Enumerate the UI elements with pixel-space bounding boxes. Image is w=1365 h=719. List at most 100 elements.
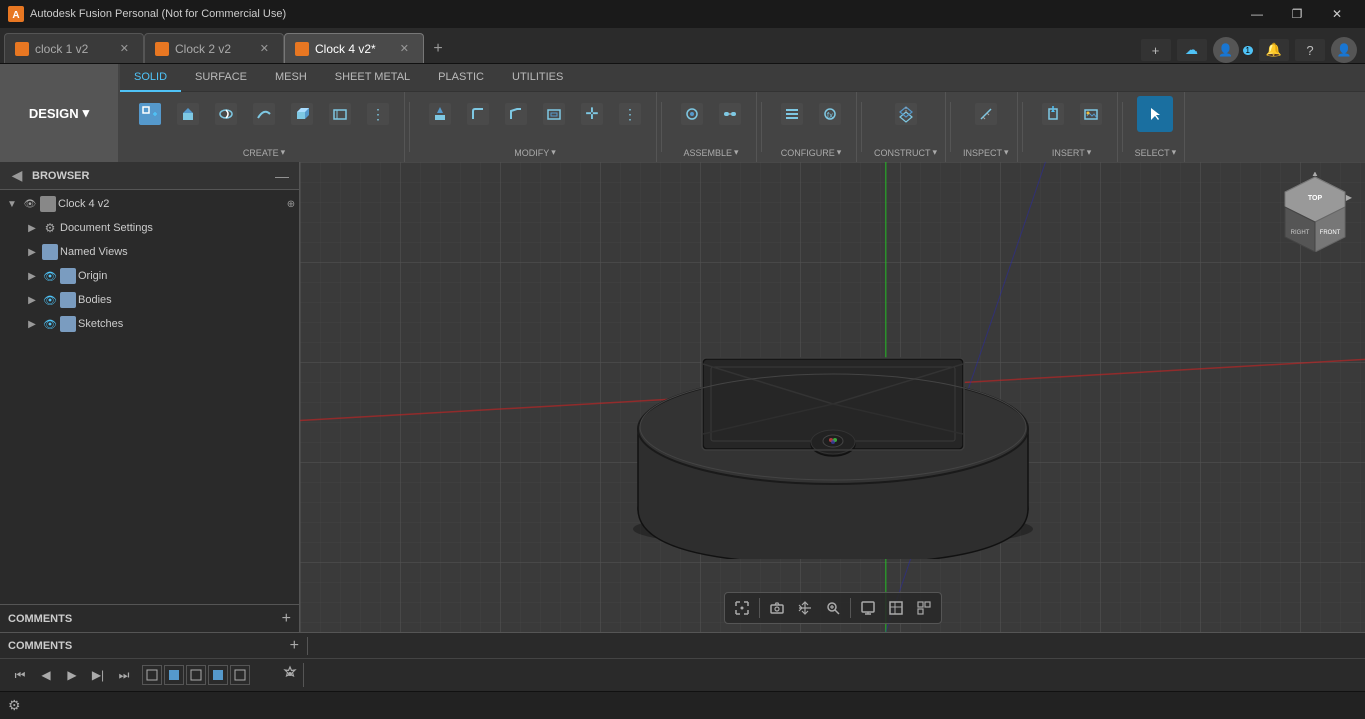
- assemble-label[interactable]: ASSEMBLE ▾: [683, 147, 738, 158]
- change-params-button[interactable]: [774, 96, 810, 132]
- maximize-button[interactable]: ❐: [1277, 0, 1317, 28]
- timeline-next-button[interactable]: ▶|: [86, 663, 110, 687]
- tab-clock1v2[interactable]: clock 1 v2 ✕: [4, 33, 144, 63]
- create-rule-button[interactable]: fx: [812, 96, 848, 132]
- motion-link-button[interactable]: [712, 96, 748, 132]
- assemble-dropdown-icon: ▾: [734, 147, 739, 158]
- more-create-button[interactable]: ⋮: [360, 96, 396, 132]
- toolbar-tab-utilities[interactable]: UTILITIES: [498, 64, 577, 92]
- sweep-button[interactable]: [246, 96, 282, 132]
- press-pull-button[interactable]: [422, 96, 458, 132]
- origin-visibility-icon[interactable]: 👁: [42, 268, 58, 284]
- new-component-button[interactable]: [132, 96, 168, 132]
- select-button[interactable]: [1137, 96, 1173, 132]
- box-button[interactable]: [284, 96, 320, 132]
- modify-label[interactable]: MODIFY ▾: [514, 147, 556, 158]
- tab-clock4v2[interactable]: Clock 4 v2* ✕: [284, 33, 424, 63]
- chamfer-button[interactable]: [498, 96, 534, 132]
- bodies-visibility-icon[interactable]: 👁: [42, 292, 58, 308]
- root-options-icon[interactable]: ⊕: [283, 196, 299, 212]
- viewcube[interactable]: TOP FRONT RIGHT ▲ ▶: [1275, 172, 1355, 252]
- vp-pan-button[interactable]: [792, 595, 818, 621]
- timeline-frame5-icon[interactable]: [230, 665, 250, 685]
- tab-close-clock4[interactable]: ✕: [396, 40, 413, 57]
- add-tab-icon[interactable]: +: [1141, 39, 1171, 61]
- toolbar-tab-mesh[interactable]: MESH: [261, 64, 321, 92]
- design-dropdown[interactable]: DESIGN ▾: [0, 64, 120, 162]
- docsettings-expand-icon[interactable]: ▶: [24, 220, 40, 236]
- browser-row-sketches[interactable]: ▶ 👁 Sketches: [0, 312, 299, 336]
- timeline-play-button[interactable]: ▶: [60, 663, 84, 687]
- timeline-settings-button[interactable]: [281, 665, 299, 686]
- vp-fit-button[interactable]: [729, 595, 755, 621]
- sketches-visibility-icon[interactable]: 👁: [42, 316, 58, 332]
- more-modify-button[interactable]: ⋮: [612, 96, 648, 132]
- select-label[interactable]: SELECT ▾: [1135, 147, 1177, 158]
- vp-display-button[interactable]: [855, 595, 881, 621]
- namedviews-folder-icon: [42, 244, 58, 260]
- timeline-frame4-icon[interactable]: [208, 665, 228, 685]
- user-area[interactable]: 👤 1: [1213, 37, 1253, 63]
- toolbar-tab-plastic[interactable]: PLASTIC: [424, 64, 498, 92]
- measure-button[interactable]: [968, 96, 1004, 132]
- tab-close-clock1[interactable]: ✕: [116, 40, 133, 57]
- online-icon[interactable]: ☁: [1177, 39, 1207, 61]
- notification-icon[interactable]: 🔔: [1259, 39, 1289, 61]
- toolbar-tab-surface[interactable]: SURFACE: [181, 64, 261, 92]
- browser-row-root[interactable]: ▼ 👁 Clock 4 v2 ⊕: [0, 192, 299, 216]
- bodies-expand-icon[interactable]: ▶: [24, 292, 40, 308]
- sketch-button[interactable]: [322, 96, 358, 132]
- configure-label[interactable]: CONFIGURE ▾: [781, 147, 842, 158]
- comments-add-button[interactable]: +: [282, 610, 291, 628]
- minimize-button[interactable]: —: [1237, 0, 1277, 28]
- viewport[interactable]: TOP FRONT RIGHT ▲ ▶: [300, 162, 1365, 632]
- insert-derive-button[interactable]: [1035, 96, 1071, 132]
- timeline-frame3-icon[interactable]: [186, 665, 206, 685]
- browser-row-document-settings[interactable]: ▶ ⚙ Document Settings: [0, 216, 299, 240]
- status-settings-icon[interactable]: ⚙: [8, 697, 21, 714]
- offset-plane-button[interactable]: [888, 96, 924, 132]
- root-visibility-icon[interactable]: 👁: [22, 196, 38, 212]
- comments-add-icon[interactable]: +: [290, 637, 299, 655]
- extrude-button[interactable]: [170, 96, 206, 132]
- viewcube-svg[interactable]: TOP FRONT RIGHT ▲ ▶: [1275, 172, 1355, 252]
- namedviews-expand-icon[interactable]: ▶: [24, 244, 40, 260]
- timeline-prev-button[interactable]: ◀: [34, 663, 58, 687]
- tab-close-clock2[interactable]: ✕: [256, 40, 273, 57]
- tab-clock2v2[interactable]: Clock 2 v2 ✕: [144, 33, 284, 63]
- joint-button[interactable]: [674, 96, 710, 132]
- vp-grid-button[interactable]: [883, 595, 909, 621]
- toolbar-tab-solid[interactable]: SOLID: [120, 64, 181, 92]
- inspect-label[interactable]: INSPECT ▾: [963, 147, 1009, 158]
- insert-canvas-button[interactable]: [1073, 96, 1109, 132]
- vp-zoom-button[interactable]: [820, 595, 846, 621]
- shell-button[interactable]: [536, 96, 572, 132]
- browser-row-origin[interactable]: ▶ 👁 Origin: [0, 264, 299, 288]
- vp-viewport-button[interactable]: [911, 595, 937, 621]
- user-avatar[interactable]: 👤: [1213, 37, 1239, 63]
- insert-label[interactable]: INSERT ▾: [1052, 147, 1091, 158]
- create-label[interactable]: CREATE ▾: [243, 147, 285, 158]
- fillet-button[interactable]: [460, 96, 496, 132]
- revolve-button[interactable]: [208, 96, 244, 132]
- toolbar-tab-sheetmetal[interactable]: SHEET METAL: [321, 64, 424, 92]
- close-button[interactable]: ✕: [1317, 0, 1357, 28]
- timeline-frame1-icon[interactable]: [142, 665, 162, 685]
- sketches-expand-icon[interactable]: ▶: [24, 316, 40, 332]
- browser-row-named-views[interactable]: ▶ Named Views: [0, 240, 299, 264]
- new-tab-button[interactable]: +: [424, 35, 452, 63]
- move-button[interactable]: ✛: [574, 96, 610, 132]
- timeline-first-button[interactable]: ⏮: [8, 663, 32, 687]
- construct-label[interactable]: CONSTRUCT ▾: [874, 147, 937, 158]
- timeline-frame2-icon[interactable]: [164, 665, 184, 685]
- browser-collapse-button[interactable]: —: [273, 167, 291, 185]
- user-icon-2[interactable]: 👤: [1331, 37, 1357, 63]
- origin-expand-icon[interactable]: ▶: [24, 268, 40, 284]
- separator-3: [761, 102, 762, 152]
- root-expand-icon[interactable]: ▼: [4, 196, 20, 212]
- timeline-last-button[interactable]: ⏭: [112, 663, 136, 687]
- browser-back-button[interactable]: ◀: [8, 167, 26, 185]
- browser-row-bodies[interactable]: ▶ 👁 Bodies: [0, 288, 299, 312]
- vp-camera-button[interactable]: [764, 595, 790, 621]
- help-icon[interactable]: ?: [1295, 39, 1325, 61]
